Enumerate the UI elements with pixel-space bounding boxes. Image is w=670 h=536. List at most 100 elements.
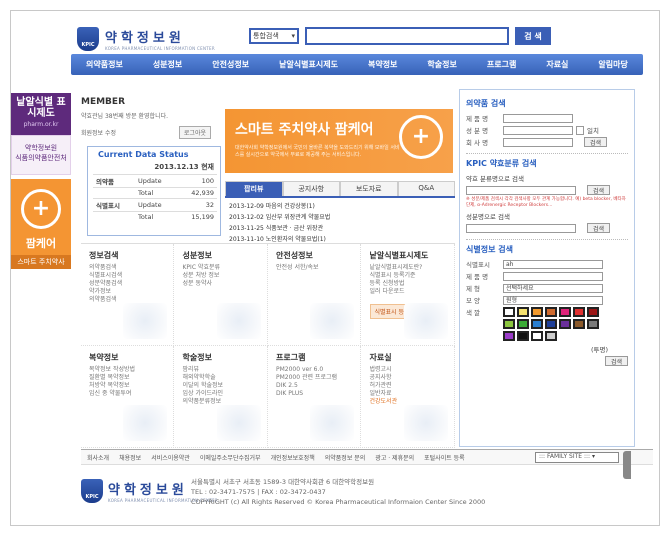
category-link[interactable]: 낱알식별표시제도란?	[370, 264, 446, 272]
category-link[interactable]: DIK 2.5	[276, 382, 352, 390]
gnb-item[interactable]: 의약품정보	[86, 59, 123, 70]
kpic-ingredient-input[interactable]	[466, 223, 576, 233]
category-link[interactable]: 임신 중 약물투여	[89, 390, 165, 398]
color-swatch[interactable]	[503, 307, 515, 317]
gnb-item[interactable]: 낱알식별표시제도	[279, 59, 338, 70]
site-logo[interactable]: KPIC 약학정보원 KOREA PHARMACEUTICAL INFORMAT…	[77, 27, 215, 51]
category-link[interactable]: PM2000 관련 프로그램	[276, 374, 352, 382]
category-link[interactable]: 성분약품검색	[89, 280, 165, 288]
id-form-select[interactable]: 선택하세요	[503, 283, 603, 293]
id-system-banner[interactable]: 낱알식별 표시제도 pharm.or.kr	[11, 93, 71, 135]
category-link[interactable]: 공지사항	[370, 374, 446, 382]
gnb-item[interactable]: 안전성정보	[212, 59, 249, 70]
scroll-top-tab[interactable]	[623, 451, 631, 479]
category-link[interactable]: 등록 신청방법	[370, 280, 446, 288]
member-edit-link[interactable]: 회원정보 수정	[81, 128, 116, 137]
drug-search-button[interactable]: 검색	[584, 137, 608, 147]
category-title[interactable]: 낱알식별표시제도	[370, 250, 446, 261]
category-link[interactable]: 식별표시 등록기준	[370, 272, 446, 280]
id-shape-select[interactable]: 원형	[503, 295, 603, 305]
category-link[interactable]: 허가관련	[370, 382, 446, 390]
notice-tab[interactable]: 공지사항	[282, 181, 340, 196]
logout-button[interactable]: 로그아웃	[178, 126, 211, 139]
category-link[interactable]: 복약정보 작성방법	[89, 366, 165, 374]
footer-nav-link[interactable]: 서비스이용약관	[151, 453, 190, 462]
footer-nav-link[interactable]: 개인정보보호정책	[271, 453, 315, 462]
ingredient-name-input[interactable]	[503, 125, 573, 135]
mfds-banner[interactable]: 약학정보원 식품의약품안전처	[11, 135, 71, 175]
category-link[interactable]: 일반자료	[370, 390, 446, 398]
color-swatch[interactable]	[517, 319, 529, 329]
category-link[interactable]: 처방약 복약정보	[89, 382, 165, 390]
category-link[interactable]: 질환별 복약정보	[89, 374, 165, 382]
id-product-input[interactable]	[503, 271, 603, 281]
category-title[interactable]: 정보검색	[89, 250, 165, 261]
category-link[interactable]: 팜리뷰	[183, 366, 259, 374]
color-swatch[interactable]	[587, 319, 599, 329]
color-swatch[interactable]	[531, 307, 543, 317]
id-search-button[interactable]: 검색	[604, 356, 628, 366]
notice-tab[interactable]: 보도자료	[340, 181, 398, 196]
pharmcare-promo[interactable]: 스마트 주치약사 팜케어 대한약사회 약학정보원에서 국민의 올바른 복약을 도…	[225, 109, 453, 173]
exact-match-checkbox[interactable]	[576, 125, 584, 135]
gnb-item[interactable]: 학술정보	[427, 59, 456, 70]
family-site-select[interactable]: ::: FAMILY SITE ::: ▾	[535, 452, 619, 463]
search-type-select[interactable]: 통합검색 ▾	[249, 28, 299, 44]
category-link[interactable]: 일러 다운로드	[370, 288, 446, 296]
category-link[interactable]: 성분 동약사	[183, 280, 259, 288]
category-link[interactable]: 안전성 서한/속보	[276, 264, 352, 272]
footer-nav-link[interactable]: 광고 · 제휴문의	[375, 453, 414, 462]
category-link[interactable]: 임상 가이드라인	[183, 390, 259, 398]
category-title[interactable]: 학술정보	[183, 352, 259, 363]
color-swatch[interactable]	[573, 307, 585, 317]
category-link[interactable]: DIK PLUS	[276, 390, 352, 398]
color-swatch[interactable]	[545, 319, 557, 329]
category-link[interactable]: 성분 처방 정보	[183, 272, 259, 280]
gnb-item[interactable]: 복약정보	[368, 59, 397, 70]
color-swatch[interactable]	[503, 331, 515, 341]
color-swatch[interactable]	[545, 331, 557, 341]
kpic-ingredient-search-button[interactable]: 검색	[587, 223, 611, 233]
notice-item[interactable]: 2013-12-09 마음의 건강상봉(1)	[225, 200, 455, 211]
color-swatch[interactable]	[559, 307, 571, 317]
search-input[interactable]	[305, 27, 509, 45]
gnb-item[interactable]: 성분정보	[153, 59, 182, 70]
color-swatch[interactable]	[517, 331, 529, 341]
category-link[interactable]: 해외약학학술	[183, 374, 259, 382]
category-title[interactable]: 프로그램	[276, 352, 352, 363]
notice-tab[interactable]: Q&A	[397, 181, 455, 196]
id-mark-input[interactable]: ah	[503, 259, 603, 269]
category-title[interactable]: 안전성정보	[276, 250, 352, 261]
color-swatch[interactable]	[559, 319, 571, 329]
footer-nav-link[interactable]: 채용정보	[119, 453, 141, 462]
color-swatch[interactable]	[517, 307, 529, 317]
color-swatch[interactable]	[531, 319, 543, 329]
kpic-class-input[interactable]	[466, 185, 576, 195]
category-link[interactable]: KPIC 약효분류	[183, 264, 259, 272]
footer-nav-link[interactable]: 회사소개	[87, 453, 109, 462]
gnb-item[interactable]: 자료실	[546, 59, 568, 70]
category-title[interactable]: 복약정보	[89, 352, 165, 363]
footer-nav-link[interactable]: 포털사이트 등록	[424, 453, 465, 462]
category-link[interactable]: 식별표시검색	[89, 272, 165, 280]
product-name-input[interactable]	[503, 113, 573, 123]
notice-item[interactable]: 2013-11-25 식품보관 · 금산 위장관	[225, 222, 455, 233]
footer-nav-link[interactable]: 이메일주소무단수집거부	[200, 453, 261, 462]
search-button[interactable]: 검 색	[515, 27, 551, 45]
notice-item[interactable]: 2013-12-02 임산부 위장관계 약물요법	[225, 211, 455, 222]
gnb-item[interactable]: 알림마당	[598, 59, 627, 70]
category-title[interactable]: 자료실	[370, 352, 446, 363]
category-link[interactable]: 의약품검색	[89, 264, 165, 272]
color-swatch[interactable]	[587, 307, 599, 317]
category-link[interactable]: 이달의 학술정보	[183, 382, 259, 390]
category-link[interactable]: 약가정보	[89, 288, 165, 296]
color-swatch[interactable]	[531, 331, 543, 341]
color-swatch[interactable]	[573, 319, 585, 329]
notice-tab[interactable]: 팝리뷰	[225, 181, 283, 196]
kpic-class-search-button[interactable]: 검색	[587, 185, 611, 195]
transparent-option[interactable]: (투명)	[591, 344, 608, 354]
pharmcare-banner[interactable]: + 팜케어 스마트 주치약사	[11, 179, 71, 269]
color-swatch[interactable]	[545, 307, 557, 317]
gnb-item[interactable]: 프로그램	[487, 59, 516, 70]
category-link[interactable]: 법령고시	[370, 366, 446, 374]
